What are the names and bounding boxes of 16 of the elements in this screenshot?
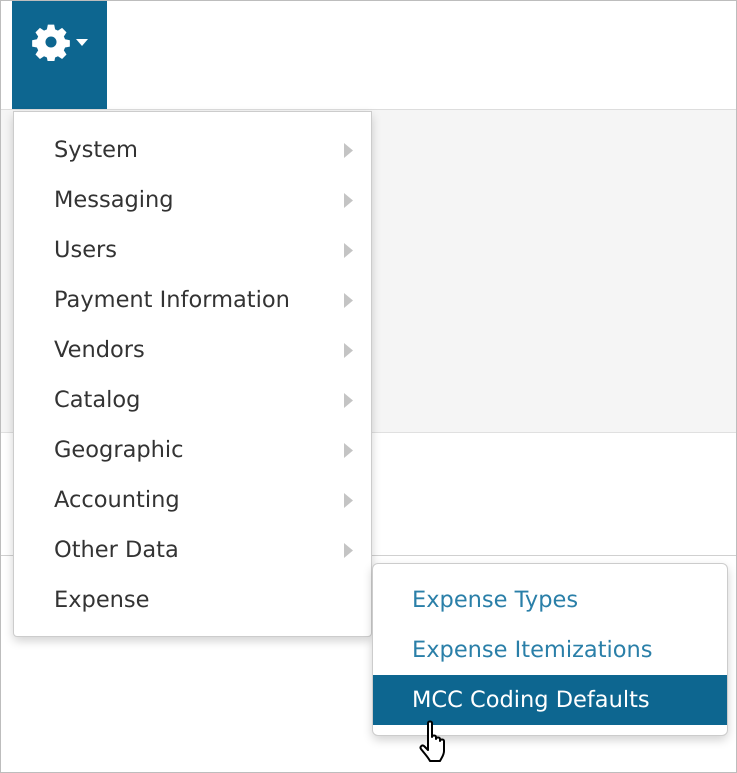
settings-button[interactable] [12,1,107,109]
menu-item[interactable]: Messaging [14,175,371,225]
submenu-item[interactable]: Expense Types [373,575,727,625]
menu-item[interactable]: Payment Information [14,275,371,325]
menu-item[interactable]: Users [14,225,371,275]
menu-item[interactable]: Expense [14,575,371,625]
menu-item[interactable]: Catalog [14,375,371,425]
menu-item[interactable]: Other Data [14,525,371,575]
submenu-item[interactable]: Expense Itemizations [373,625,727,675]
menu-item[interactable]: Vendors [14,325,371,375]
caret-icon [76,39,88,46]
menu-item[interactable]: Geographic [14,425,371,475]
menu-item[interactable]: System [14,125,371,175]
submenu-item[interactable]: MCC Coding Defaults [373,675,727,725]
menu-item[interactable]: Accounting [14,475,371,525]
settings-icon [32,23,70,61]
